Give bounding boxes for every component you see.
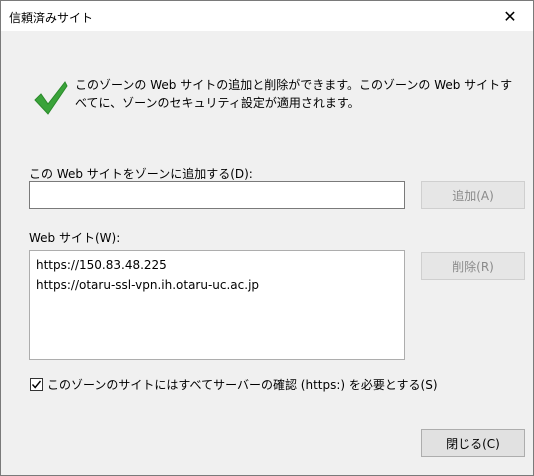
title-bar: 信頼済みサイト ✕ <box>1 1 533 31</box>
window-title: 信頼済みサイト <box>9 11 94 25</box>
websites-label: Web サイト(W): <box>29 231 121 245</box>
remove-button[interactable]: 削除(R) <box>421 252 525 280</box>
require-https-label[interactable]: このゾーンのサイトにはすべてサーバーの確認 (https:) を必要とする(S) <box>47 376 438 393</box>
info-text: このゾーンの Web サイトの追加と削除ができます。このゾーンの Web サイト… <box>75 78 513 110</box>
require-https-checkbox[interactable] <box>30 378 43 391</box>
add-button[interactable]: 追加(A) <box>421 181 525 209</box>
trusted-sites-dialog: 信頼済みサイト ✕ このゾーンの Web サイトの追加と削除ができます。このゾー… <box>0 0 534 476</box>
close-button[interactable]: 閉じる(C) <box>421 429 525 457</box>
checkmark-small-icon <box>31 380 42 389</box>
list-item[interactable]: https://150.83.48.225 <box>36 255 398 275</box>
websites-list[interactable]: https://150.83.48.225 https://otaru-ssl-… <box>29 250 405 360</box>
add-site-label: この Web サイトをゾーンに追加する(D): <box>29 167 253 181</box>
close-icon: ✕ <box>503 6 517 26</box>
require-https-row[interactable]: このゾーンのサイトにはすべてサーバーの確認 (https:) を必要とする(S) <box>30 376 438 393</box>
list-item[interactable]: https://otaru-ssl-vpn.ih.otaru-uc.ac.jp <box>36 275 398 295</box>
add-site-input[interactable] <box>29 181 405 209</box>
close-window-button[interactable]: ✕ <box>487 1 533 31</box>
checkmark-icon <box>34 81 68 115</box>
